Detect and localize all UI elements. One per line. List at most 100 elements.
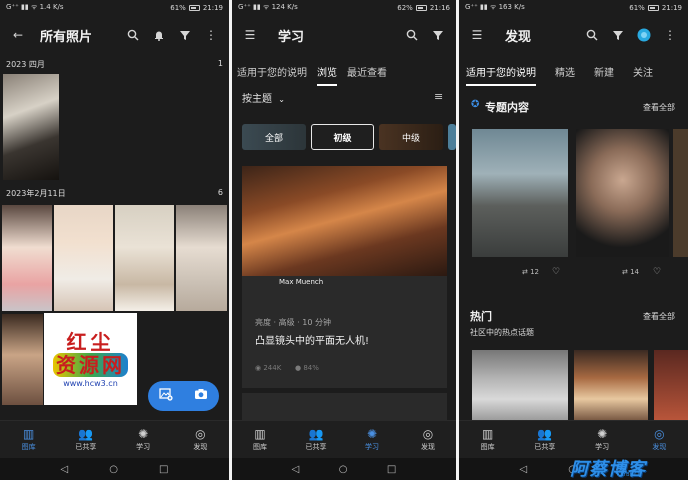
photo-thumbnail[interactable] — [1, 204, 53, 312]
nav-shared[interactable]: 👥 已共享 — [516, 421, 573, 458]
nav-learn[interactable]: ✺ 学习 — [574, 421, 631, 458]
tab-featured[interactable]: 精选 — [555, 64, 575, 86]
watermark-line2: 资源网 — [53, 352, 128, 377]
watermark-logo: 红尘 资源网 www.hcw3.cn — [44, 313, 137, 405]
nav-label: 图库 — [21, 442, 36, 451]
tutorial-image — [242, 166, 447, 276]
photo-thumbnail[interactable] — [2, 73, 60, 181]
page-title: 所有照片 — [40, 29, 93, 45]
tutorial-card[interactable]: Max Muench 亮度 · 高级 · 10 分钟 凸显镜头中的平面无人机! … — [242, 166, 447, 388]
tutorial-card[interactable] — [242, 393, 447, 420]
chip-label: 初级 — [333, 133, 352, 144]
status-signal: G⁺⁺ ▮▮ ᯤ 124 K/s — [238, 3, 298, 11]
bell-icon[interactable] — [149, 25, 169, 45]
recents-square-icon[interactable]: □ — [159, 464, 168, 475]
chip-all[interactable]: 全部 — [242, 124, 306, 150]
search-icon[interactable] — [402, 25, 422, 45]
nav-shared[interactable]: 👥 已共享 — [57, 421, 114, 458]
tab-recent[interactable]: 最近查看 — [347, 64, 387, 86]
home-circle-icon[interactable]: ○ — [339, 464, 348, 475]
photo-thumbnail[interactable] — [175, 204, 228, 312]
search-icon[interactable] — [582, 25, 602, 45]
camera-icon[interactable] — [194, 387, 208, 405]
heart-icon[interactable]: ♡ — [653, 267, 661, 277]
featured-card-image[interactable] — [673, 129, 688, 257]
nav-library[interactable]: ▥ 图库 — [232, 421, 288, 458]
nav-library[interactable]: ▥ 图库 — [0, 421, 57, 458]
tab-for-you[interactable]: 适用于您的说明 — [466, 64, 536, 86]
avatar[interactable] — [634, 25, 654, 45]
tab-new[interactable]: 新建 — [594, 64, 614, 86]
hot-card-image[interactable] — [574, 350, 648, 420]
status-time: 21:19 — [202, 3, 223, 12]
photo-thumbnail[interactable] — [114, 204, 175, 312]
nav-label: 图库 — [253, 442, 267, 451]
photo-thumbnail[interactable] — [53, 204, 114, 312]
app-bar: ☰ 学习 — [232, 18, 456, 52]
more-options-icon[interactable]: ⋮ — [201, 25, 221, 45]
group-count: 1 — [217, 59, 223, 68]
battery-percent: 61% — [629, 3, 645, 12]
heart-icon[interactable]: ♡ — [552, 267, 560, 277]
menu-icon[interactable]: ☰ — [240, 25, 260, 45]
sort-label: 按主题 — [242, 94, 272, 105]
featured-see-all-link[interactable]: 查看全部 — [643, 102, 675, 113]
chip-beginner[interactable]: 初级 — [311, 124, 374, 150]
nav-learn[interactable]: ✺ 学习 — [115, 421, 172, 458]
home-circle-icon[interactable]: ○ — [109, 464, 118, 475]
share-stat: ⇄ 14 — [622, 268, 640, 276]
featured-card-image[interactable] — [576, 129, 669, 257]
chip-intermediate[interactable]: 中级 — [379, 124, 443, 150]
nav-label: 发现 — [193, 442, 208, 451]
chip-next[interactable] — [448, 124, 456, 150]
more-options-icon[interactable]: ⋮ — [660, 25, 680, 45]
recents-square-icon[interactable]: □ — [387, 464, 396, 475]
nav-discover[interactable]: ◎ 发现 — [400, 421, 456, 458]
add-image-icon[interactable] — [159, 387, 173, 405]
globe-icon: ◎ — [654, 426, 665, 441]
status-signal: G⁺⁺ ▮▮ ᯤ 1.4 K/s — [6, 3, 64, 11]
globe-icon: ◎ — [195, 426, 206, 441]
share-count: 14 — [630, 268, 640, 276]
lightbulb-icon: ✺ — [597, 426, 608, 441]
learn-screen: G⁺⁺ ▮▮ ᯤ 124 K/s 62% 21:16 ☰ 学习 适用于您的说明 … — [232, 0, 456, 480]
back-arrow-icon[interactable]: ← — [8, 25, 28, 45]
nav-shared[interactable]: 👥 已共享 — [288, 421, 344, 458]
nav-learn[interactable]: ✺ 学习 — [344, 421, 400, 458]
sort-order-icon[interactable]: ≡ — [434, 90, 443, 103]
tab-for-you[interactable]: 适用于您的说明 — [237, 64, 307, 86]
hot-card-image[interactable] — [654, 350, 688, 420]
nav-label: 已共享 — [75, 442, 97, 451]
app-bar: ☰ 发现 ⋮ — [459, 18, 688, 52]
discover-tabs: 适用于您的说明 精选 新建 关注 — [459, 64, 688, 86]
hot-card-image[interactable] — [472, 350, 568, 420]
tab-browse[interactable]: 浏览 — [317, 64, 337, 86]
featured-card-image[interactable] — [472, 129, 568, 257]
back-triangle-icon[interactable]: ◁ — [292, 464, 300, 475]
tutorial-title: 凸显镜头中的平面无人机! — [255, 336, 370, 347]
filter-icon[interactable] — [175, 25, 195, 45]
lightbulb-icon: ✺ — [138, 426, 149, 441]
group-date: 2023年2月11日 — [6, 189, 66, 198]
back-triangle-icon[interactable]: ◁ — [520, 464, 528, 475]
sort-dropdown[interactable]: 按主题 ⌄ — [242, 90, 285, 105]
back-triangle-icon[interactable]: ◁ — [61, 464, 69, 475]
people-icon: 👥 — [78, 426, 94, 441]
add-photo-fab[interactable] — [148, 381, 219, 411]
status-time: 21:16 — [429, 3, 450, 12]
nav-label: 发现 — [421, 442, 435, 451]
hot-see-all-link[interactable]: 查看全部 — [643, 311, 675, 322]
tab-following[interactable]: 关注 — [633, 64, 653, 86]
photo-thumbnail[interactable] — [1, 313, 44, 406]
menu-icon[interactable]: ☰ — [467, 25, 487, 45]
share-stat: ⇄ 12 — [522, 268, 540, 276]
search-icon[interactable] — [123, 25, 143, 45]
views-count: 244K — [263, 364, 282, 372]
filter-icon[interactable] — [428, 25, 448, 45]
filter-icon[interactable] — [608, 25, 628, 45]
tutorial-meta: 亮度 · 高级 · 10 分钟 — [255, 318, 331, 327]
group-count: 6 — [217, 188, 223, 197]
nav-library[interactable]: ▥ 图库 — [459, 421, 516, 458]
nav-discover[interactable]: ◎ 发现 — [631, 421, 688, 458]
nav-discover[interactable]: ◎ 发现 — [172, 421, 229, 458]
